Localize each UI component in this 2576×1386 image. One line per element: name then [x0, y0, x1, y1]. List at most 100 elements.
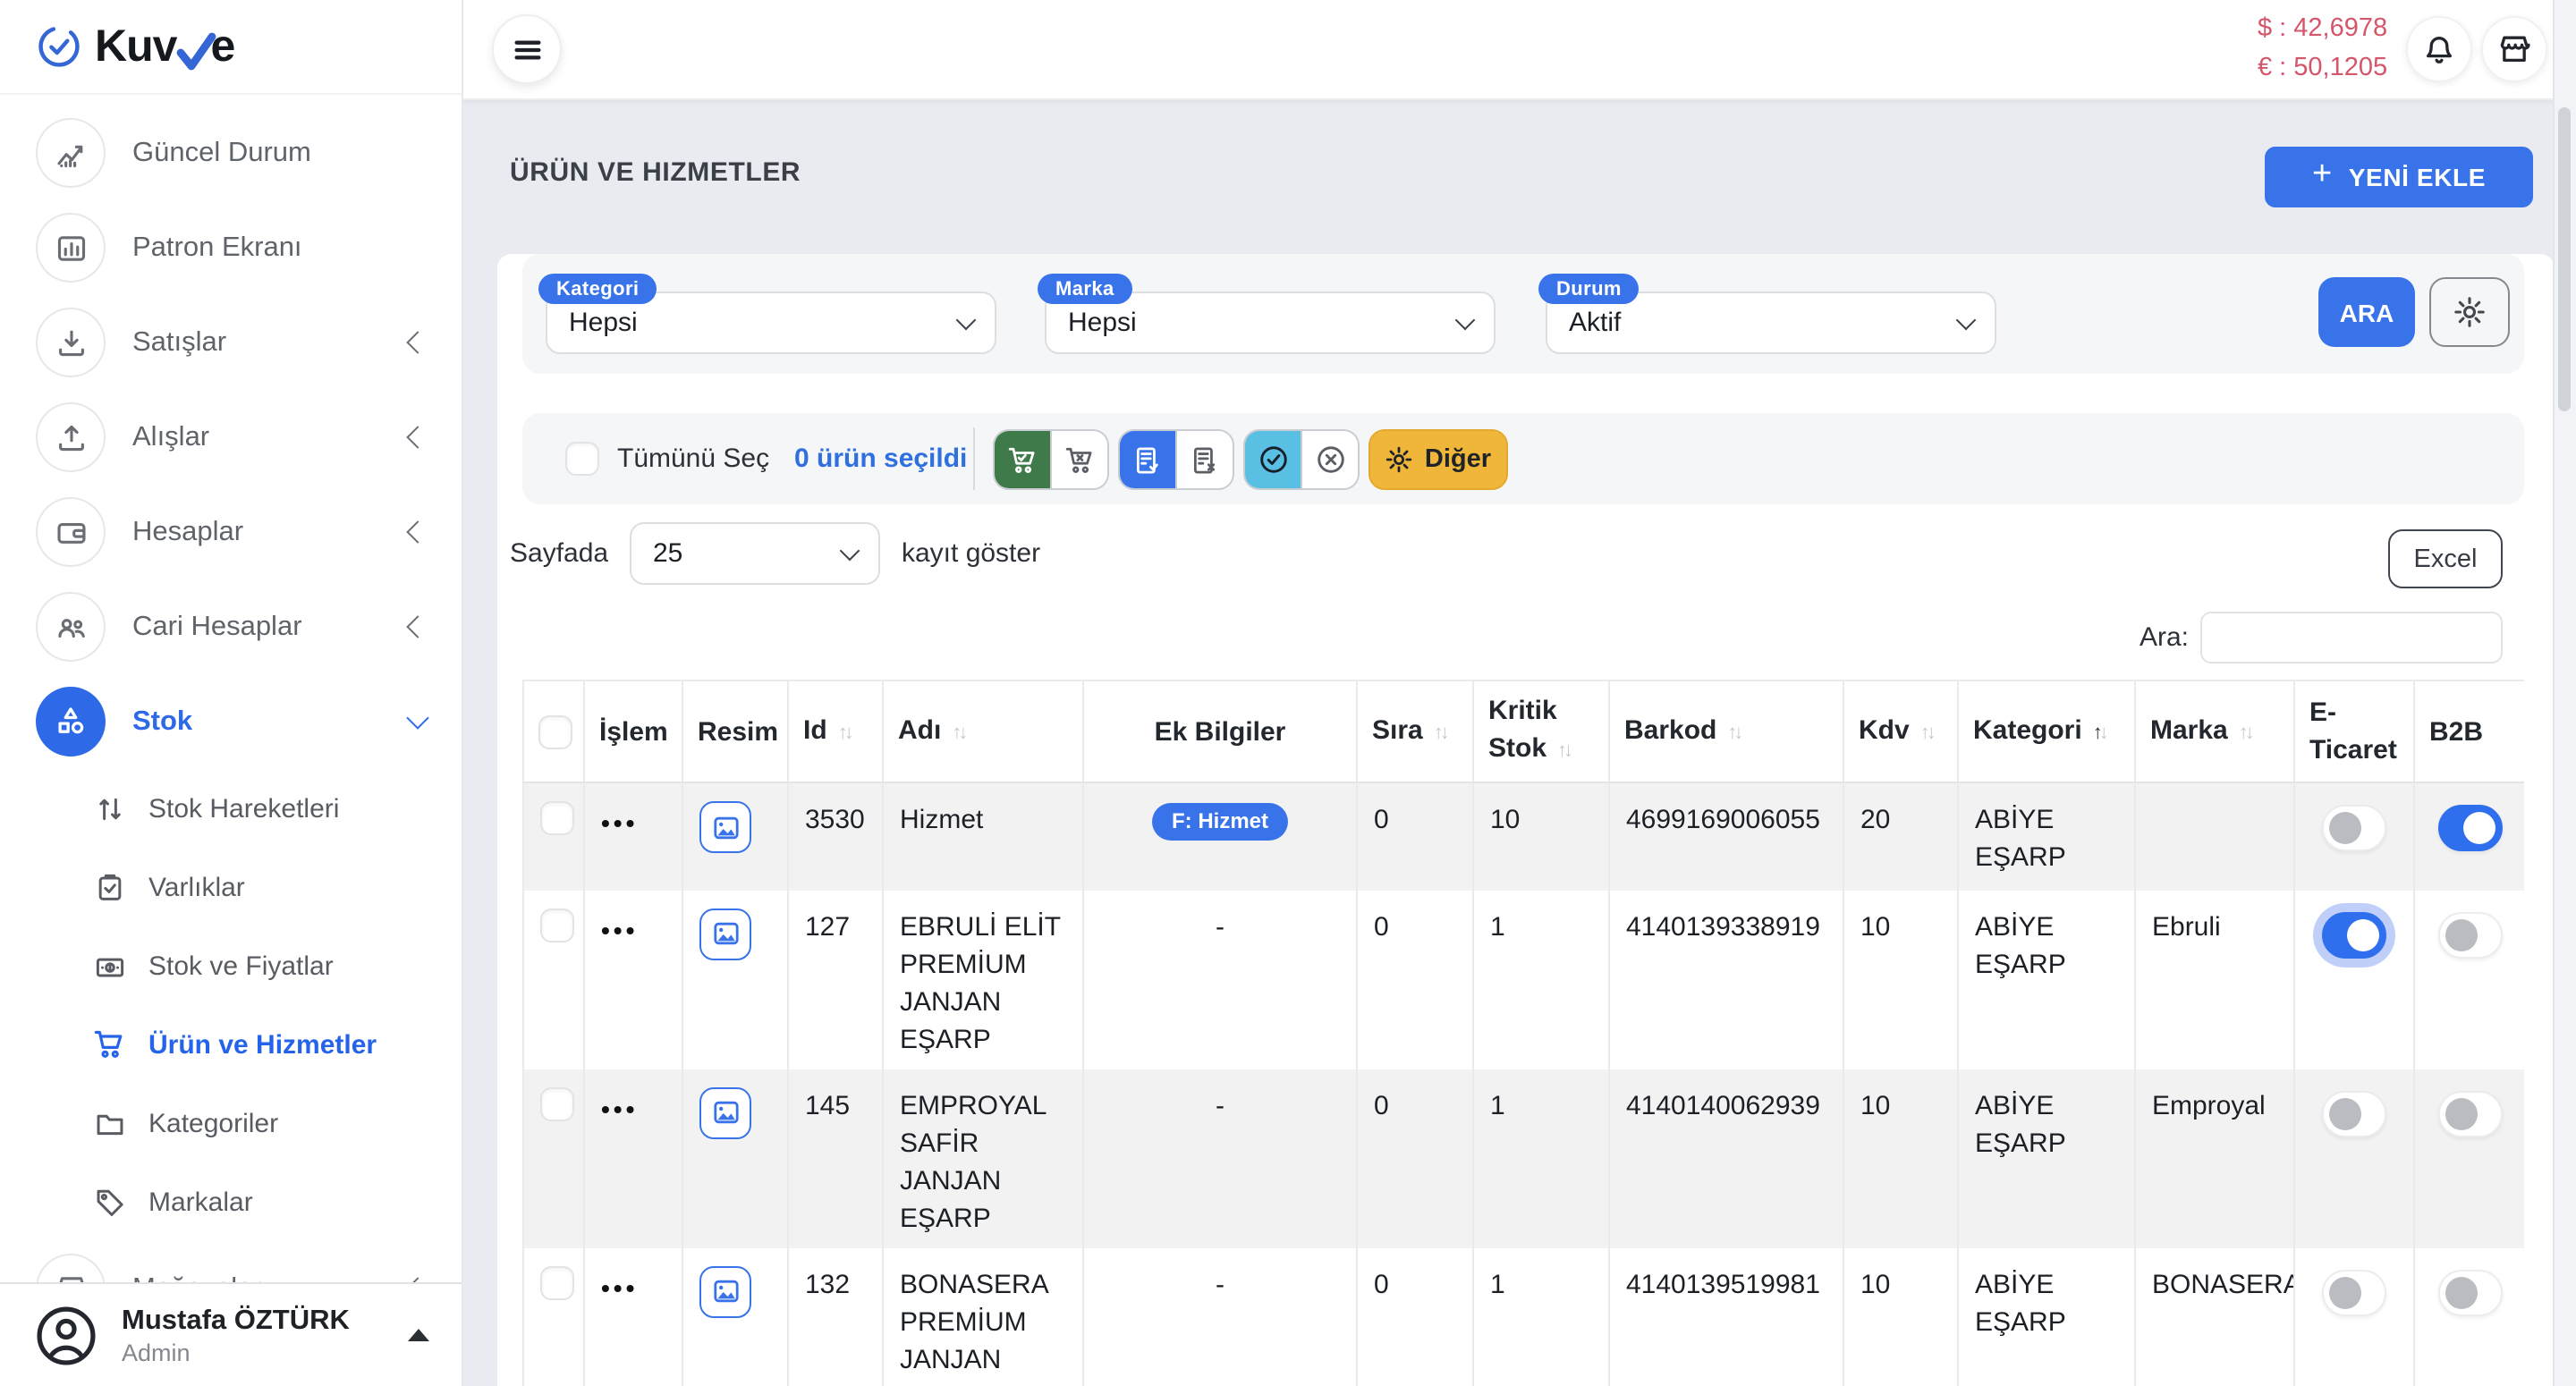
filter-settings-button[interactable] — [2429, 277, 2510, 347]
column-header-sira[interactable]: Sıra↑↓ — [1357, 680, 1473, 782]
notifications-button[interactable] — [2406, 16, 2472, 82]
sidebar-item-alislar[interactable]: Alışlar — [0, 390, 462, 485]
store-button[interactable] — [2481, 16, 2547, 82]
filter-select-kategori[interactable]: Kategori Hepsi — [546, 292, 996, 354]
deactivate-button[interactable] — [1301, 431, 1358, 488]
sidebar-item-cari-hesaplar[interactable]: Cari Hesaplar — [0, 579, 462, 674]
excel-export-button[interactable]: Excel — [2388, 529, 2503, 588]
cell-category: ABİYE EŞARP — [1958, 890, 2135, 1069]
row-image-button[interactable] — [699, 1086, 751, 1138]
filter-panel: Kategori Hepsi Marka Hepsi Durum Aktif A… — [522, 254, 2524, 374]
row-image-button[interactable] — [699, 801, 751, 853]
row-actions-menu[interactable]: ••• — [601, 908, 665, 943]
invoice-check-icon — [1132, 444, 1163, 475]
table-row: •••127EBRULİ ELİT PREMİUM JANJAN EŞARP-0… — [523, 890, 2524, 1069]
sidebar-item-circle — [36, 118, 106, 188]
filter-pill: Marka — [1038, 274, 1132, 304]
cell-vat: 20 — [1843, 782, 1958, 890]
cell-barcode: 4140139338919 — [1609, 890, 1843, 1069]
add-new-button[interactable]: +YENİ EKLE — [2265, 147, 2533, 207]
cell-critical-stock: 10 — [1473, 782, 1609, 890]
column-header-islem: İşlem — [584, 680, 682, 782]
cart-enable-button[interactable] — [995, 431, 1050, 488]
status-bulk-buttons — [1243, 429, 1360, 490]
b2b-toggle[interactable] — [2437, 1269, 2502, 1315]
sort-arrows-icon: ↑↓ — [838, 714, 851, 752]
brand-check-circle-icon — [36, 23, 82, 70]
dashboard-icon — [55, 232, 87, 264]
sidebar-subitem-urun-ve-hizmetler[interactable]: Ürün ve Hizmetler — [0, 1005, 462, 1084]
sidebar-subitem-stok-hareketleri[interactable]: Stok Hareketleri — [0, 769, 462, 848]
column-header-barkod[interactable]: Barkod↑↓ — [1609, 680, 1843, 782]
sidebar-item-circle — [36, 402, 106, 472]
brand-logo[interactable]: Kuve — [0, 0, 462, 95]
row-image-button[interactable] — [699, 908, 751, 959]
sidebar-subitem-markalar[interactable]: Markalar — [0, 1162, 462, 1241]
sidebar-item-stok[interactable]: Stok — [0, 674, 462, 769]
column-header-adi[interactable]: Adı↑↓ — [883, 680, 1083, 782]
other-actions-button[interactable]: Diğer — [1368, 429, 1508, 490]
row-checkbox[interactable] — [540, 1086, 574, 1120]
column-header-kategori[interactable]: Kategori↑↓ — [1958, 680, 2135, 782]
user-role: Admin — [122, 1337, 350, 1367]
user-panel[interactable]: Mustafa ÖZTÜRK Admin — [0, 1282, 462, 1386]
sidebar-item-satislar[interactable]: Satışlar — [0, 295, 462, 390]
sort-arrows-icon: ↑↓ — [2239, 714, 2251, 752]
row-actions-menu[interactable]: ••• — [601, 801, 665, 837]
b2b-toggle[interactable] — [2437, 1090, 2502, 1137]
select-all-label: Tümünü Seç — [617, 444, 769, 474]
filter-value: Hepsi — [569, 308, 638, 338]
column-header-marka[interactable]: Marka↑↓ — [2135, 680, 2294, 782]
eticaret-toggle[interactable] — [2322, 805, 2386, 851]
app-root: Kuve Güncel Durum Patron Ekranı Satışlar… — [0, 0, 2576, 1386]
users-icon — [55, 611, 87, 643]
column-header-kritik[interactable]: Kritik Stok↑↓ — [1473, 680, 1609, 782]
cell-category: ABİYE EŞARP — [1958, 1069, 2135, 1247]
filter-select-marka[interactable]: Marka Hepsi — [1045, 292, 1496, 354]
sidebar-subitem-varliklar[interactable]: Varlıklar — [0, 848, 462, 926]
row-checkbox[interactable] — [540, 1265, 574, 1299]
eticaret-toggle[interactable] — [2322, 1269, 2386, 1315]
chevron-down-icon — [840, 540, 860, 561]
sidebar-subitem-stok-ve-fiyatlar[interactable]: Stok ve Fiyatlar — [0, 926, 462, 1005]
top-header: $ : 42,6978 € : 50,1205 — [462, 0, 2576, 100]
column-header-id[interactable]: Id↑↓ — [788, 680, 883, 782]
column-header-eticaret: E-Ticaret — [2294, 680, 2414, 782]
sidebar-subitem-kategoriler[interactable]: Kategoriler — [0, 1084, 462, 1162]
row-checkbox[interactable] — [540, 908, 574, 942]
row-actions-menu[interactable]: ••• — [601, 1086, 665, 1122]
invoice-enable-button[interactable] — [1120, 431, 1175, 488]
b2b-toggle[interactable] — [2437, 911, 2502, 958]
eticaret-toggle[interactable] — [2322, 911, 2386, 958]
sidebar-item-circle — [36, 497, 106, 567]
cell-brand — [2135, 782, 2294, 890]
activate-button[interactable] — [1245, 431, 1301, 488]
invoice-disable-button[interactable] — [1175, 431, 1233, 488]
sidebar-toggle-button[interactable] — [494, 16, 560, 82]
extra-info-badge: F: Hizmet — [1152, 802, 1288, 840]
page-size-select[interactable]: 25 — [630, 522, 880, 585]
row-image-button[interactable] — [699, 1265, 751, 1317]
row-checkbox[interactable] — [540, 801, 574, 835]
search-button[interactable]: ARA — [2318, 277, 2415, 347]
select-all-checkbox[interactable] — [565, 442, 599, 476]
cell-name: Hizmet — [883, 782, 1083, 890]
sidebar-item-guncel-durum[interactable]: Güncel Durum — [0, 106, 462, 200]
scrollbar-thumb[interactable] — [2558, 107, 2571, 411]
filter-select-durum[interactable]: Durum Aktif — [1546, 292, 1996, 354]
row-actions-menu[interactable]: ••• — [601, 1265, 665, 1301]
cart-disable-button[interactable] — [1050, 431, 1107, 488]
plus-icon: + — [2312, 156, 2333, 195]
b2b-toggle[interactable] — [2437, 805, 2502, 851]
picture-icon — [711, 813, 740, 841]
scrollbar-track[interactable] — [2553, 0, 2576, 1386]
chevron-left-icon — [406, 426, 428, 448]
select-all-header-checkbox[interactable] — [538, 714, 572, 748]
eticaret-toggle[interactable] — [2322, 1090, 2386, 1137]
sidebar-item-hesaplar[interactable]: Hesaplar — [0, 485, 462, 579]
column-header-ek: Ek Bilgiler — [1083, 680, 1357, 782]
table-search-input[interactable] — [2200, 612, 2503, 663]
sidebar-item-patron-ekrani[interactable]: Patron Ekranı — [0, 200, 462, 295]
sidebar-item-circle — [36, 592, 106, 662]
column-header-kdv[interactable]: Kdv↑↓ — [1843, 680, 1958, 782]
